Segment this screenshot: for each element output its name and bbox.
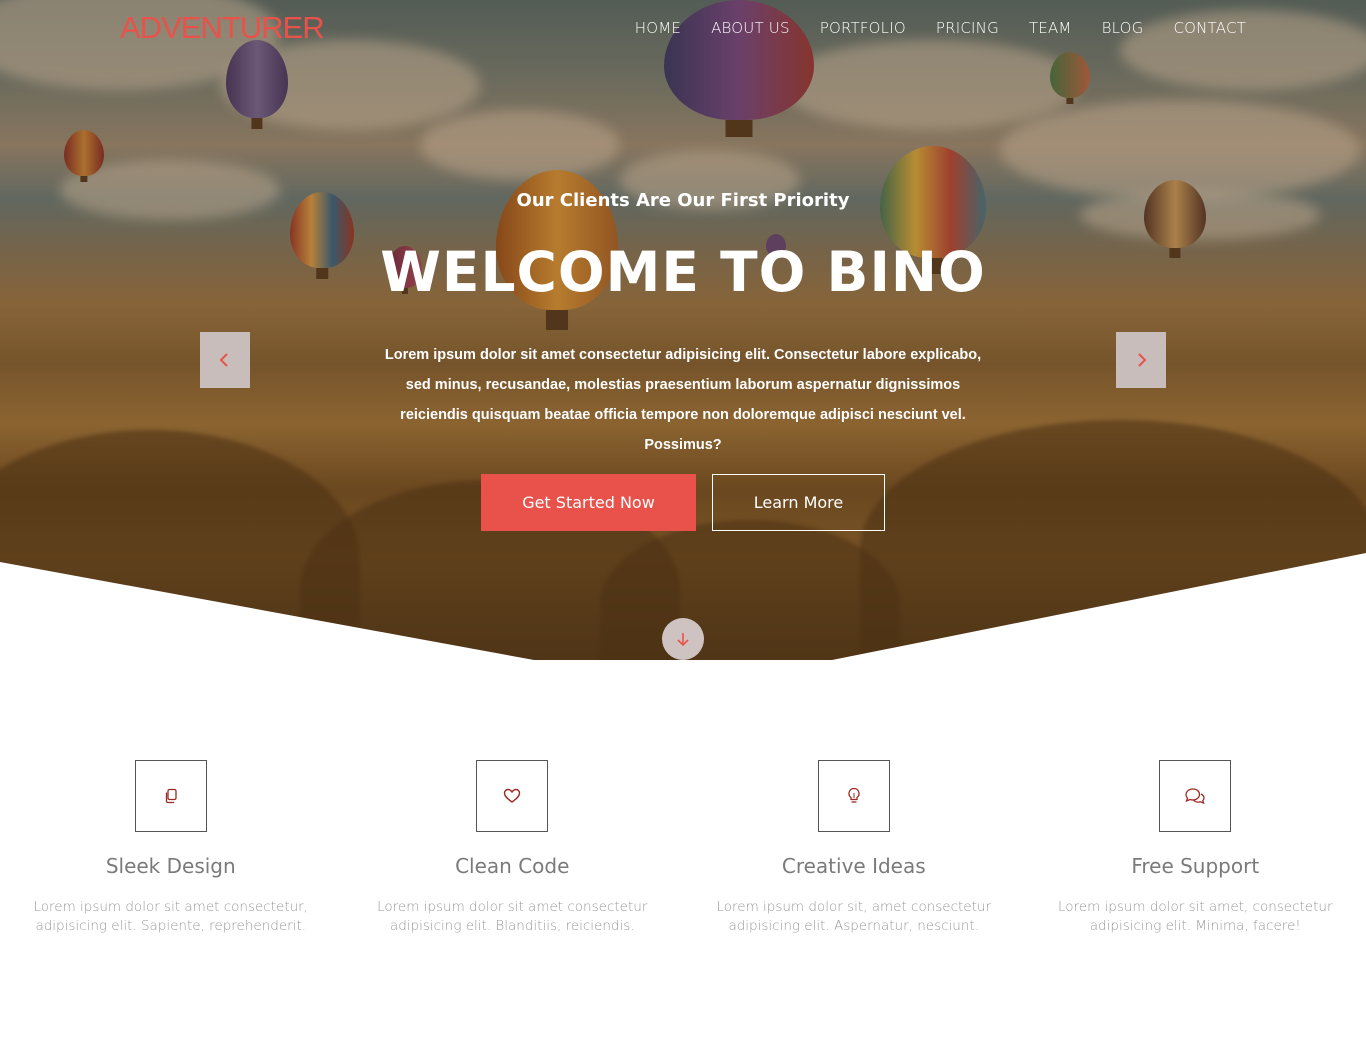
hero-description: Lorem ipsum dolor sit amet consectetur a… — [384, 347, 982, 453]
copy-icon — [165, 788, 177, 804]
feature-icon-box — [476, 760, 549, 832]
main-nav: HOME ABOUT US PORTFOLIO PRICING TEAM BLO… — [635, 19, 1246, 37]
chevron-left-icon — [219, 353, 228, 367]
feature-icon-box — [1159, 760, 1232, 832]
lightbulb-icon — [848, 787, 860, 803]
heart-icon — [504, 788, 521, 803]
nav-team[interactable]: TEAM — [1029, 19, 1072, 37]
slider-next-button[interactable] — [1116, 332, 1166, 388]
nav-contact[interactable]: CONTACT — [1173, 19, 1246, 37]
feature-text: Lorem ipsum dolor sit amet, consectetur … — [1057, 899, 1333, 934]
learn-more-button[interactable]: Learn More — [712, 474, 885, 531]
arrow-down-icon — [677, 633, 689, 647]
nav-portfolio[interactable]: PORTFOLIO — [820, 19, 906, 37]
hero-section: ADVENTURER HOME ABOUT US PORTFOLIO PRICI… — [0, 0, 1366, 662]
feature-title: Free Support — [1131, 854, 1260, 878]
hero-overlay — [0, 0, 1366, 662]
chat-icon — [1185, 788, 1205, 805]
chevron-right-icon — [1138, 353, 1147, 367]
feature-item: Free Support Lorem ipsum dolor sit amet,… — [1025, 760, 1366, 936]
feature-icon-box — [134, 760, 207, 832]
nav-about[interactable]: ABOUT US — [711, 19, 790, 37]
feature-title: Sleek Design — [105, 854, 236, 878]
feature-title: Clean Code — [455, 854, 570, 878]
get-started-button[interactable]: Get Started Now — [481, 474, 696, 531]
feature-icon-box — [817, 760, 890, 832]
hero-subtitle: Our Clients Are Our First Priority — [516, 190, 850, 211]
feature-title: Creative Ideas — [781, 854, 926, 878]
feature-item: Clean Code Lorem ipsum dolor sit amet co… — [342, 760, 684, 936]
scroll-down-button[interactable] — [662, 618, 704, 660]
hero-title: WELCOME TO BINO — [380, 240, 986, 304]
nav-pricing[interactable]: PRICING — [936, 19, 999, 37]
nav-home[interactable]: HOME — [635, 19, 681, 37]
slider-prev-button[interactable] — [200, 332, 250, 388]
nav-blog[interactable]: BLOG — [1102, 19, 1144, 37]
feature-text: Lorem ipsum dolor sit, amet consectetur … — [716, 899, 992, 934]
brand-logo[interactable]: ADVENTURER — [120, 10, 325, 46]
features-section: Sleek Design Lorem ipsum dolor sit amet … — [0, 760, 1366, 936]
feature-item: Sleek Design Lorem ipsum dolor sit amet … — [0, 760, 342, 936]
feature-text: Lorem ipsum dolor sit amet consectetur a… — [377, 899, 648, 934]
feature-text: Lorem ipsum dolor sit amet consectetur, … — [33, 899, 309, 934]
feature-item: Creative Ideas Lorem ipsum dolor sit, am… — [683, 760, 1025, 936]
